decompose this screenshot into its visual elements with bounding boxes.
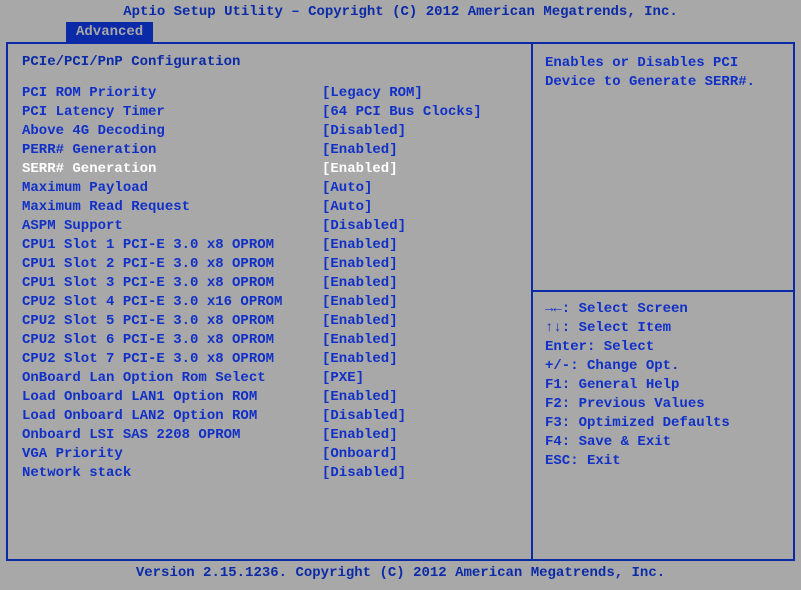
setting-label: PERR# Generation (22, 141, 322, 160)
setting-row[interactable]: Maximum Payload[Auto] (22, 179, 517, 198)
key-legend: →←: Select Screen↑↓: Select ItemEnter: S… (545, 300, 781, 471)
setting-row[interactable]: CPU2 Slot 6 PCI-E 3.0 x8 OPROM[Enabled] (22, 331, 517, 350)
setting-value[interactable]: [Auto] (322, 179, 517, 198)
setting-value[interactable]: [64 PCI Bus Clocks] (322, 103, 517, 122)
setting-label: Network stack (22, 464, 322, 483)
setting-value[interactable]: [Enabled] (322, 388, 517, 407)
setting-label: PCI Latency Timer (22, 103, 322, 122)
setting-row[interactable]: Maximum Read Request[Auto] (22, 198, 517, 217)
setting-value[interactable]: [Enabled] (322, 255, 517, 274)
panel-divider (533, 290, 793, 292)
setting-row[interactable]: CPU2 Slot 7 PCI-E 3.0 x8 OPROM[Enabled] (22, 350, 517, 369)
setting-value[interactable]: [Enabled] (322, 331, 517, 350)
legend-row: ESC: Exit (545, 452, 781, 471)
setting-label: Maximum Read Request (22, 198, 322, 217)
setting-row[interactable]: OnBoard Lan Option Rom Select[PXE] (22, 369, 517, 388)
setting-row[interactable]: PERR# Generation[Enabled] (22, 141, 517, 160)
legend-row: +/-: Change Opt. (545, 357, 781, 376)
setting-value[interactable]: [Auto] (322, 198, 517, 217)
setting-row[interactable]: CPU1 Slot 3 PCI-E 3.0 x8 OPROM[Enabled] (22, 274, 517, 293)
setting-label: CPU2 Slot 7 PCI-E 3.0 x8 OPROM (22, 350, 322, 369)
main-frame: PCIe/PCI/PnP Configuration PCI ROM Prior… (6, 42, 795, 561)
setting-row[interactable]: VGA Priority[Onboard] (22, 445, 517, 464)
setting-row[interactable]: Load Onboard LAN1 Option ROM[Enabled] (22, 388, 517, 407)
setting-label: CPU2 Slot 4 PCI-E 3.0 x16 OPROM (22, 293, 322, 312)
legend-row: →←: Select Screen (545, 300, 781, 319)
setting-row[interactable]: Load Onboard LAN2 Option ROM[Disabled] (22, 407, 517, 426)
setting-row[interactable]: SERR# Generation[Enabled] (22, 160, 517, 179)
help-panel: Enables or Disables PCI Device to Genera… (533, 44, 793, 559)
setting-label: SERR# Generation (22, 160, 322, 179)
legend-row: Enter: Select (545, 338, 781, 357)
setting-label: Above 4G Decoding (22, 122, 322, 141)
setting-value[interactable]: [PXE] (322, 369, 517, 388)
setting-value[interactable]: [Legacy ROM] (322, 84, 517, 103)
setting-value[interactable]: [Enabled] (322, 350, 517, 369)
tab-bar: Advanced (0, 22, 801, 42)
setting-label: CPU1 Slot 2 PCI-E 3.0 x8 OPROM (22, 255, 322, 274)
legend-row: F4: Save & Exit (545, 433, 781, 452)
setting-row[interactable]: PCI ROM Priority[Legacy ROM] (22, 84, 517, 103)
setting-value[interactable]: [Disabled] (322, 122, 517, 141)
setting-label: Maximum Payload (22, 179, 322, 198)
setting-label: CPU2 Slot 6 PCI-E 3.0 x8 OPROM (22, 331, 322, 350)
setting-label: VGA Priority (22, 445, 322, 464)
setting-row[interactable]: CPU2 Slot 4 PCI-E 3.0 x16 OPROM[Enabled] (22, 293, 517, 312)
tab-advanced[interactable]: Advanced (66, 22, 153, 42)
setting-value[interactable]: [Enabled] (322, 141, 517, 160)
setting-label: OnBoard Lan Option Rom Select (22, 369, 322, 388)
legend-row: F3: Optimized Defaults (545, 414, 781, 433)
setting-label: Load Onboard LAN1 Option ROM (22, 388, 322, 407)
setting-row[interactable]: PCI Latency Timer[64 PCI Bus Clocks] (22, 103, 517, 122)
setting-row[interactable]: Onboard LSI SAS 2208 OPROM[Enabled] (22, 426, 517, 445)
legend-row: ↑↓: Select Item (545, 319, 781, 338)
legend-row: F1: General Help (545, 376, 781, 395)
section-title: PCIe/PCI/PnP Configuration (22, 54, 517, 70)
setting-value[interactable]: [Disabled] (322, 407, 517, 426)
setting-value[interactable]: [Disabled] (322, 464, 517, 483)
setting-value[interactable]: [Onboard] (322, 445, 517, 464)
setting-label: Load Onboard LAN2 Option ROM (22, 407, 322, 426)
setting-value[interactable]: [Enabled] (322, 274, 517, 293)
setting-row[interactable]: CPU1 Slot 2 PCI-E 3.0 x8 OPROM[Enabled] (22, 255, 517, 274)
legend-row: F2: Previous Values (545, 395, 781, 414)
setting-label: CPU1 Slot 1 PCI-E 3.0 x8 OPROM (22, 236, 322, 255)
setting-row[interactable]: Network stack[Disabled] (22, 464, 517, 483)
setting-row[interactable]: CPU1 Slot 1 PCI-E 3.0 x8 OPROM[Enabled] (22, 236, 517, 255)
help-text: Enables or Disables PCI Device to Genera… (545, 54, 781, 284)
footer-bar: Version 2.15.1236. Copyright (C) 2012 Am… (0, 561, 801, 581)
setting-row[interactable]: CPU2 Slot 5 PCI-E 3.0 x8 OPROM[Enabled] (22, 312, 517, 331)
setting-label: ASPM Support (22, 217, 322, 236)
settings-panel: PCIe/PCI/PnP Configuration PCI ROM Prior… (8, 44, 533, 559)
setting-label: CPU2 Slot 5 PCI-E 3.0 x8 OPROM (22, 312, 322, 331)
setting-label: Onboard LSI SAS 2208 OPROM (22, 426, 322, 445)
setting-value[interactable]: [Enabled] (322, 160, 517, 179)
setting-value[interactable]: [Enabled] (322, 236, 517, 255)
setting-value[interactable]: [Enabled] (322, 293, 517, 312)
setting-value[interactable]: [Enabled] (322, 426, 517, 445)
title-bar: Aptio Setup Utility – Copyright (C) 2012… (0, 0, 801, 22)
setting-label: PCI ROM Priority (22, 84, 322, 103)
setting-row[interactable]: ASPM Support[Disabled] (22, 217, 517, 236)
setting-value[interactable]: [Disabled] (322, 217, 517, 236)
setting-row[interactable]: Above 4G Decoding[Disabled] (22, 122, 517, 141)
setting-label: CPU1 Slot 3 PCI-E 3.0 x8 OPROM (22, 274, 322, 293)
settings-list: PCI ROM Priority[Legacy ROM]PCI Latency … (22, 84, 517, 483)
setting-value[interactable]: [Enabled] (322, 312, 517, 331)
